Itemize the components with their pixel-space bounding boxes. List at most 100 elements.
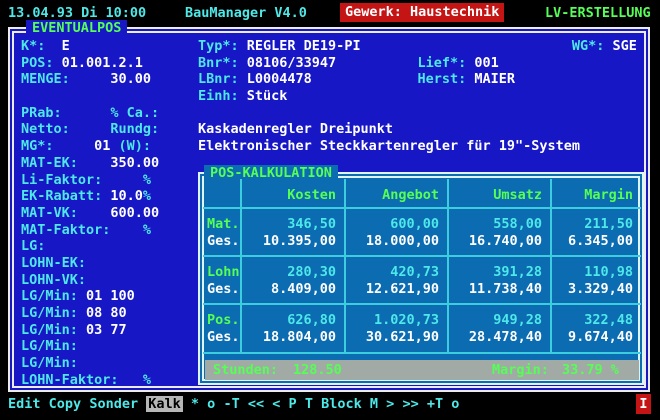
field-line: K*: E bbox=[21, 38, 159, 55]
kalk-unit-value: 110,98 bbox=[584, 264, 633, 280]
kalk-value-cell: 391,28 11.738,40 bbox=[447, 257, 550, 305]
right-field-column: Typ*: REGLER DE19-PI WG*: SGE Bnr*: 08106… bbox=[198, 38, 637, 155]
kalk-column-header: Umsatz bbox=[447, 179, 550, 209]
field-value[interactable]: 08106/33947 bbox=[247, 55, 336, 71]
datetime-display: 13.04.93 Di 10:00 bbox=[8, 5, 147, 21]
menu-item-t[interactable]: +T bbox=[427, 396, 443, 412]
kalk-ges-label: Ges. bbox=[207, 329, 240, 345]
field-label: LG: bbox=[21, 238, 46, 255]
kalk-ges-value: 8.409,00 bbox=[270, 281, 336, 297]
field-line: LG/Min: 08 80 bbox=[21, 305, 159, 322]
kalk-unit-value: 949,28 bbox=[493, 312, 542, 328]
bottom-menu-bar: Edit Copy Sonder Kalk * o -T << < P T Bl… bbox=[8, 395, 459, 414]
kalk-row-label: Mat. Ges. bbox=[203, 209, 240, 257]
field-value[interactable]: Kaskadenregler Dreipunkt bbox=[198, 121, 393, 137]
field-line: LBnr: L0004478 Herst: MAIER bbox=[198, 71, 637, 88]
field-label: K*: bbox=[21, 38, 62, 54]
field-value[interactable]: 03 77 bbox=[86, 322, 127, 338]
field-line: MAT-VK: 600.00 bbox=[21, 205, 159, 222]
field-value[interactable]: MAIER bbox=[474, 71, 515, 87]
kalk-ges-value: 11.738,40 bbox=[468, 281, 542, 297]
margin-label: Margin: bbox=[492, 362, 549, 378]
field-line: EK-Rabatt: 10.0% bbox=[21, 188, 159, 205]
kalk-unit-value: 322,48 bbox=[584, 312, 633, 328]
field-value[interactable]: Elektronischer Steckkartenregler für 19"… bbox=[198, 138, 580, 154]
kalk-unit-value: 391,28 bbox=[493, 264, 542, 280]
field-value[interactable]: Stück bbox=[247, 88, 288, 104]
menu-item-[interactable]: * bbox=[191, 396, 199, 412]
field-label: Li-Faktor: % bbox=[21, 171, 152, 188]
menu-item-[interactable]: < bbox=[272, 396, 280, 412]
field-value[interactable]: 600.00 bbox=[110, 205, 159, 221]
field-value[interactable]: 01 bbox=[94, 138, 110, 154]
field-label: Netto: Rundg: bbox=[21, 121, 160, 138]
field-value[interactable]: 01 100 bbox=[86, 288, 135, 304]
field-line: MAT-Faktor: % bbox=[21, 222, 159, 239]
kalk-ges-value: 28.478,40 bbox=[468, 329, 542, 345]
menu-item-copy[interactable]: Copy bbox=[49, 396, 82, 412]
field-line: Typ*: REGLER DE19-PI WG*: SGE bbox=[198, 38, 637, 55]
field-value[interactable]: 30.00 bbox=[110, 71, 151, 87]
kalk-ges-value: 18.804,00 bbox=[262, 329, 336, 345]
field-label: PRab: % Ca.: bbox=[21, 104, 160, 121]
field-value[interactable]: 08 80 bbox=[86, 305, 127, 321]
field-value[interactable]: E bbox=[62, 38, 70, 54]
kalk-ges-value: 10.395,00 bbox=[262, 233, 336, 249]
field-value[interactable]: 001 bbox=[474, 55, 498, 71]
menu-item-[interactable]: << bbox=[248, 396, 264, 412]
kalk-column-header: Margin bbox=[550, 179, 641, 209]
menu-item-block[interactable]: Block bbox=[321, 396, 362, 412]
field-value[interactable]: SGE bbox=[613, 38, 637, 54]
menu-item-sonder[interactable]: Sonder bbox=[89, 396, 138, 412]
menu-item-t[interactable]: T bbox=[305, 396, 313, 412]
field-label: WG*: bbox=[571, 38, 613, 54]
kalk-value-cell: 280,30 8.409,00 bbox=[240, 257, 344, 305]
field-value[interactable]: 01.001.2.1 bbox=[62, 55, 143, 71]
field-label: MAT-EK: bbox=[21, 154, 111, 171]
kalk-corner-cell bbox=[203, 179, 240, 209]
kalk-ges-value: 30.621,90 bbox=[365, 329, 439, 345]
stunden-value: 128.50 bbox=[293, 362, 342, 378]
kalk-unit-value: 626,80 bbox=[287, 312, 336, 328]
menu-item-[interactable]: >> bbox=[402, 396, 418, 412]
kalk-value-cell: 949,28 28.478,40 bbox=[447, 305, 550, 354]
field-label: LOHN-Faktor: % bbox=[21, 371, 152, 388]
menu-item-o[interactable]: o bbox=[207, 396, 215, 412]
menu-item-kalk[interactable]: Kalk bbox=[146, 396, 183, 412]
field-label: LG/Min: bbox=[21, 338, 78, 355]
field-label: LG/Min: bbox=[21, 288, 87, 305]
field-line: Elektronischer Steckkartenregler für 19"… bbox=[198, 138, 637, 155]
kalk-unit-value: 600,00 bbox=[390, 216, 439, 232]
field-value[interactable]: 350.00 bbox=[110, 155, 159, 171]
field-label bbox=[336, 55, 417, 71]
field-line: LOHN-EK: bbox=[21, 255, 159, 272]
field-line: LG: bbox=[21, 238, 159, 255]
field-label: Herst: bbox=[417, 71, 475, 88]
field-label: LOHN-VK: bbox=[21, 271, 87, 288]
field-line: PRab: % Ca.: bbox=[21, 105, 159, 122]
field-line: LOHN-VK: bbox=[21, 272, 159, 289]
menu-item-m[interactable]: M bbox=[370, 396, 378, 412]
menu-item-o[interactable]: o bbox=[451, 396, 459, 412]
kalk-group-label: Pos. bbox=[207, 312, 240, 328]
kalk-row-label: Pos. Ges. bbox=[203, 305, 240, 354]
menu-item-edit[interactable]: Edit bbox=[8, 396, 41, 412]
menu-item-t[interactable]: -T bbox=[223, 396, 239, 412]
kalk-ges-value: 12.621,90 bbox=[365, 281, 439, 297]
insert-mode-indicator: I bbox=[636, 394, 651, 414]
field-line: Bnr*: 08106/33947 Lief*: 001 bbox=[198, 55, 637, 72]
kalk-value-cell: 1.020,73 30.621,90 bbox=[344, 305, 447, 354]
field-label: MAT-Faktor: % bbox=[21, 221, 152, 238]
field-value[interactable]: REGLER DE19-PI bbox=[247, 38, 361, 54]
kalk-group-label: Mat. bbox=[207, 216, 240, 232]
kalk-ges-value: 6.345,00 bbox=[567, 233, 633, 249]
field-label: LBnr: bbox=[198, 71, 247, 88]
field-value[interactable]: 10.0 bbox=[110, 188, 143, 204]
app-title: BauManager V4.0 bbox=[185, 5, 307, 21]
panel-title: EVENTUALPOS bbox=[26, 20, 128, 37]
menu-item-p[interactable]: P bbox=[289, 396, 297, 412]
field-line: Kaskadenregler Dreipunkt bbox=[198, 121, 637, 138]
field-line: MENGE: 30.00 bbox=[21, 71, 159, 88]
field-value[interactable]: L0004478 bbox=[247, 71, 312, 87]
menu-item-[interactable]: > bbox=[386, 396, 394, 412]
